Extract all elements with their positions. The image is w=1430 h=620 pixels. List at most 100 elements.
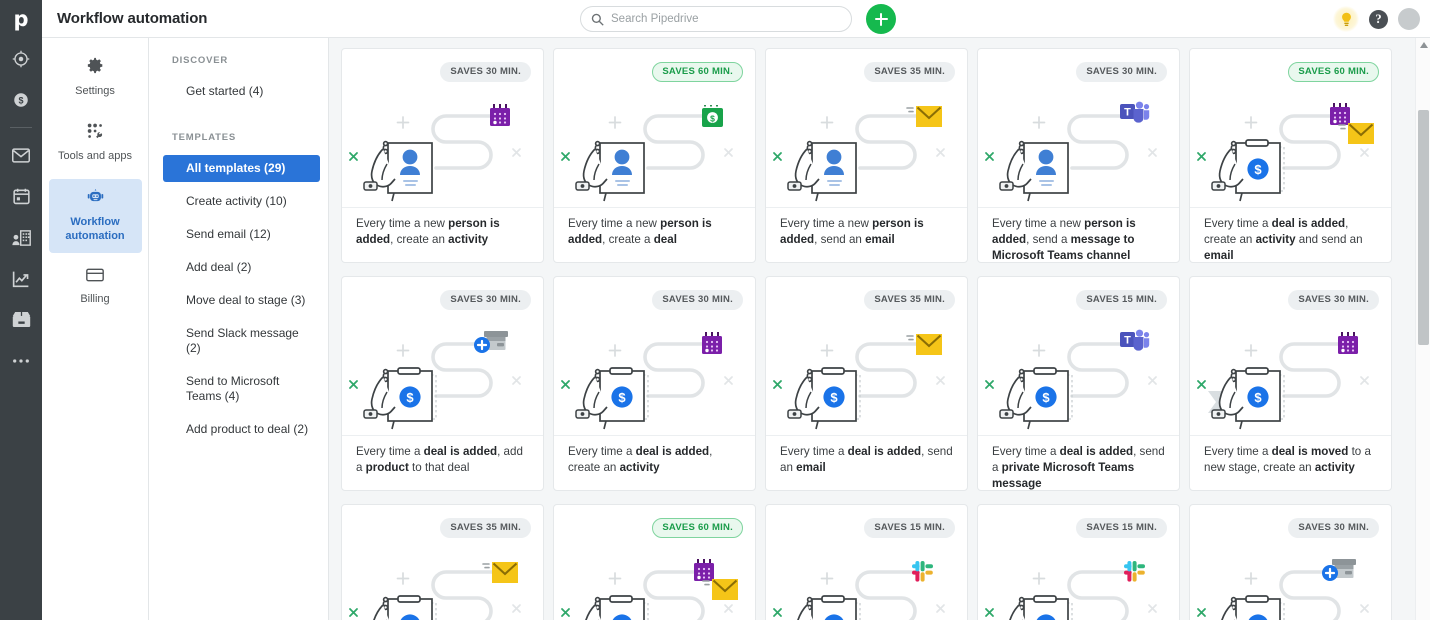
template-card[interactable]: SAVES 35 MIN. $ Every time a deal is add…	[765, 276, 968, 491]
microsoft-teams-icon: T	[1120, 101, 1150, 123]
search-input[interactable]	[611, 13, 826, 25]
template-illustration: $	[1190, 541, 1391, 620]
board-scrollbar[interactable]	[1415, 38, 1430, 620]
template-card[interactable]: SAVES 60 MIN. $ Every time a new person …	[553, 48, 756, 263]
nav-item-get-started[interactable]: Get started (4)	[163, 78, 320, 105]
person-record-illustration	[363, 140, 433, 202]
deal-record-illustration: $	[373, 595, 437, 620]
saves-time-badge: SAVES 15 MIN.	[864, 518, 955, 538]
calendar-icon	[1338, 332, 1358, 354]
nav-item-all-templates[interactable]: All templates (29)	[163, 155, 320, 182]
deal-record-illustration: $	[1208, 367, 1285, 430]
card-icon	[86, 268, 104, 286]
deal-record-illustration: $	[1211, 139, 1285, 202]
nav-item-move-deal-to-stage[interactable]: Move deal to stage (3)	[163, 287, 320, 314]
nav-item-add-deal[interactable]: Add deal (2)	[163, 254, 320, 281]
template-card[interactable]: SAVES 30 MIN. T Every time a new person …	[977, 48, 1180, 263]
connector-path	[1067, 114, 1132, 170]
saves-time-badge: SAVES 15 MIN.	[1076, 518, 1167, 538]
search-box[interactable]	[580, 6, 852, 32]
sidebar-item-label: Tools and apps	[58, 150, 132, 162]
sidebar-item-tools-and-apps[interactable]: Tools and apps	[49, 114, 142, 173]
saves-time-badge: SAVES 35 MIN.	[864, 62, 955, 82]
deal-record-illustration: $	[1221, 595, 1285, 620]
deal-record-illustration: $	[575, 367, 649, 430]
template-card[interactable]: SAVES 30 MIN. $	[341, 276, 544, 491]
help-icon[interactable]: ?	[1369, 9, 1388, 29]
card-divider	[342, 435, 543, 436]
contacts-icon[interactable]	[0, 217, 42, 258]
person-record-illustration	[787, 140, 857, 202]
connector-path	[1067, 342, 1132, 398]
template-card[interactable]: SAVES 15 MIN. $	[977, 504, 1180, 620]
template-card[interactable]: SAVES 15 MIN. $	[765, 504, 968, 620]
email-icon	[1338, 123, 1374, 144]
add-button[interactable]	[866, 4, 896, 34]
products-icon[interactable]	[0, 299, 42, 340]
nav-item-send-to-microsoft-teams[interactable]: Send to Microsoft Teams (4)	[163, 368, 320, 410]
templates-board: SAVES 30 MIN. Every time a new person is…	[329, 38, 1430, 620]
template-card[interactable]: SAVES 35 MIN. $	[341, 504, 544, 620]
card-divider	[1190, 207, 1391, 208]
robot-icon	[87, 189, 104, 209]
template-description: Every time a new person is added, create…	[568, 217, 712, 246]
svg-text:$: $	[830, 390, 838, 405]
sidebar-item-workflow-automation[interactable]: Workflow automation	[48, 179, 142, 253]
deal-record-illustration: $	[999, 367, 1073, 430]
top-bar: Workflow automation ?	[42, 0, 1430, 38]
leads-icon[interactable]	[0, 38, 42, 79]
saves-time-badge: SAVES 60 MIN.	[652, 518, 743, 538]
nav-item-add-product-to-deal[interactable]: Add product to deal (2)	[163, 416, 320, 443]
mail-icon[interactable]	[0, 135, 42, 176]
sidebar-item-settings[interactable]: Settings	[49, 48, 142, 108]
template-card[interactable]: SAVES 30 MIN. $	[553, 276, 756, 491]
template-card[interactable]: SAVES 30 MIN. $	[1189, 504, 1392, 620]
calendar-icon[interactable]	[0, 176, 42, 217]
person-record-illustration	[999, 140, 1069, 202]
template-illustration: T	[978, 85, 1179, 215]
calendar-icon	[694, 559, 714, 581]
deals-icon[interactable]: $	[0, 79, 42, 120]
template-illustration: $	[554, 85, 755, 215]
templates-heading: TEMPLATES	[172, 132, 237, 143]
template-card[interactable]: SAVES 15 MIN. T $ Every time a deal is a…	[977, 276, 1180, 491]
sidebar-item-label: Billing	[80, 293, 110, 305]
saves-time-badge: SAVES 35 MIN.	[440, 518, 531, 538]
saves-time-badge: SAVES 60 MIN.	[652, 62, 743, 82]
sidebar-item-billing[interactable]: Billing	[49, 259, 142, 316]
template-card[interactable]: SAVES 60 MIN. $	[1189, 48, 1392, 263]
insights-icon[interactable]	[0, 258, 42, 299]
nav-item-send-email[interactable]: Send email (12)	[163, 221, 320, 248]
top-bar-actions: ?	[1333, 0, 1420, 38]
saves-time-badge: SAVES 35 MIN.	[864, 290, 955, 310]
template-description: Every time a deal is moved to a new stag…	[1204, 445, 1371, 474]
saves-time-badge: SAVES 30 MIN.	[652, 290, 743, 310]
connector-path	[643, 114, 708, 170]
more-icon[interactable]	[0, 340, 42, 381]
page-title: Workflow automation	[57, 10, 208, 27]
nav-item-send-slack-message[interactable]: Send Slack message (2)	[163, 320, 320, 362]
scrollbar-thumb[interactable]	[1418, 110, 1429, 345]
deal-record-illustration: $	[787, 367, 861, 430]
template-card[interactable]: SAVES 35 MIN. Every time a new person is…	[765, 48, 968, 263]
user-avatar[interactable]	[1398, 8, 1420, 30]
scroll-up-icon[interactable]	[1416, 38, 1430, 52]
pipedrive-logo[interactable]: p	[0, 0, 42, 38]
svg-text:$: $	[1254, 390, 1262, 405]
template-illustration	[342, 85, 543, 215]
template-card[interactable]: SAVES 60 MIN. $	[553, 504, 756, 620]
connector-path	[431, 114, 496, 170]
calendar-icon	[702, 332, 722, 354]
discover-heading: DISCOVER	[172, 55, 229, 66]
template-card[interactable]: SAVES 30 MIN. Every time a new person is…	[341, 48, 544, 263]
template-card[interactable]: SAVES 30 MIN. $	[1189, 276, 1392, 491]
nav-item-create-activity[interactable]: Create activity (10)	[163, 188, 320, 215]
card-divider	[978, 435, 1179, 436]
saves-time-badge: SAVES 30 MIN.	[1288, 518, 1379, 538]
template-illustration: $	[342, 541, 543, 620]
connector-path	[855, 114, 920, 170]
lightbulb-icon[interactable]	[1333, 6, 1359, 32]
microsoft-teams-icon: T	[1120, 329, 1150, 351]
deal-icon: $	[702, 105, 723, 127]
svg-text:$: $	[1042, 390, 1050, 405]
